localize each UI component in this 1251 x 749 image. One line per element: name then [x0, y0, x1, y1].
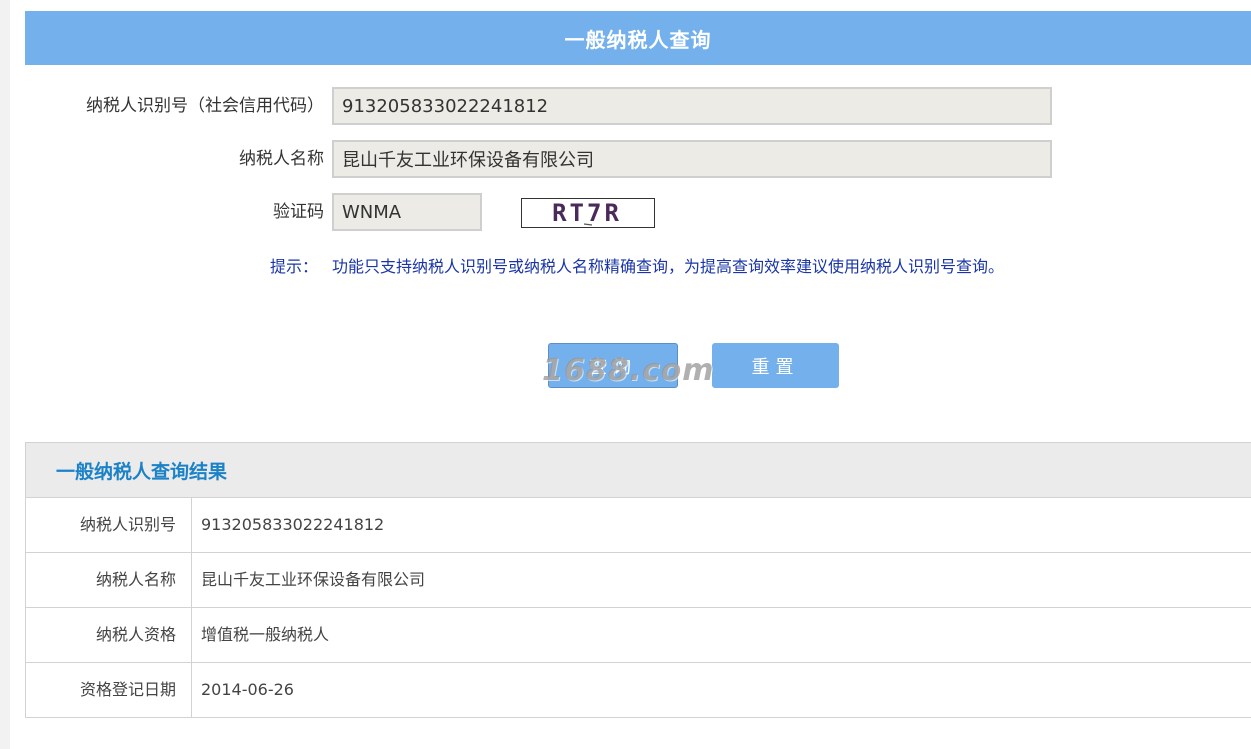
- row-label: 纳税人名称: [26, 553, 192, 607]
- captcha-input[interactable]: [332, 193, 482, 231]
- query-header: 一般纳税人查询: [25, 11, 1251, 65]
- query-button[interactable]: 查询: [548, 343, 678, 388]
- table-row: 纳税人名称 昆山千友工业环保设备有限公司: [26, 553, 1251, 608]
- taxpayer-id-input[interactable]: [332, 87, 1052, 125]
- row-value: 913205833022241812: [201, 515, 385, 534]
- captcha-label: 验证码: [273, 202, 324, 222]
- row-value: 2014-06-26: [201, 680, 294, 699]
- query-button-label: 查询: [589, 356, 637, 378]
- result-panel: 一般纳税人查询结果 纳税人识别号 913205833022241812 纳税人名…: [25, 442, 1251, 718]
- table-row: 资格登记日期 2014-06-26: [26, 663, 1251, 717]
- table-row: 纳税人资格 增值税一般纳税人: [26, 608, 1251, 663]
- hint-label: 提示：: [270, 257, 319, 276]
- hint-text: 功能只支持纳税人识别号或纳税人名称精确查询，为提高查询效率建议使用纳税人识别号查…: [332, 257, 1005, 276]
- taxpayer-id-label: 纳税人识别号（社会信用代码）: [86, 96, 324, 116]
- result-title: 一般纳税人查询结果: [26, 443, 1251, 498]
- row-label: 资格登记日期: [26, 663, 192, 717]
- table-row: 纳税人识别号 913205833022241812: [26, 498, 1251, 553]
- captcha-image-graphic: RT7R: [552, 199, 622, 227]
- captcha-image-text: RT7R: [552, 199, 622, 226]
- query-title: 一般纳税人查询: [564, 27, 712, 52]
- row-value: 增值税一般纳税人: [201, 625, 330, 644]
- row-label: 纳税人资格: [26, 608, 192, 662]
- taxpayer-name-input[interactable]: [332, 140, 1052, 178]
- row-label: 纳税人识别号: [26, 498, 192, 552]
- reset-button[interactable]: 重置: [712, 343, 839, 388]
- taxpayer-name-label: 纳税人名称: [239, 149, 324, 169]
- page: 一般纳税人查询 纳税人识别号（社会信用代码） 纳税人名称 验证码 RT7R 提示…: [10, 0, 1251, 749]
- reset-button-label: 重置: [751, 356, 800, 378]
- row-value: 昆山千友工业环保设备有限公司: [201, 570, 426, 589]
- captcha-image[interactable]: RT7R: [521, 198, 655, 228]
